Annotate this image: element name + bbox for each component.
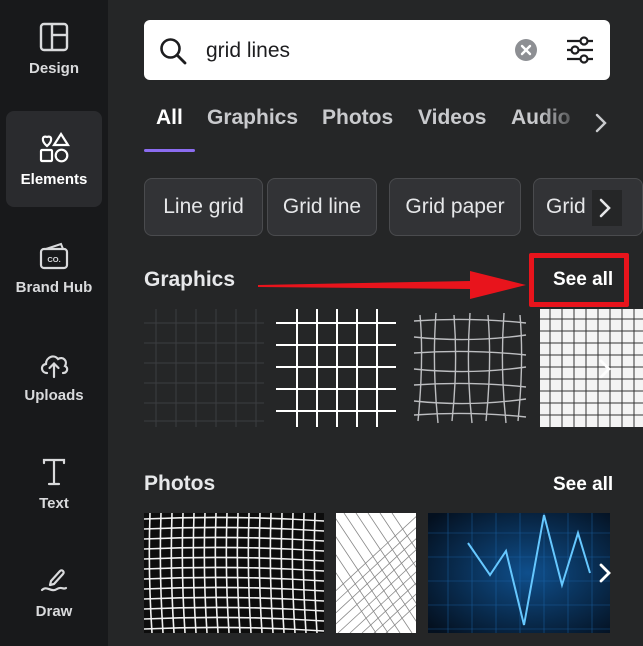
tab-photos[interactable]: Photos xyxy=(322,106,393,130)
rail-item-draw[interactable]: Draw xyxy=(6,543,102,639)
cloud-upload-icon xyxy=(40,354,69,378)
chevron-right-icon[interactable] xyxy=(594,112,608,134)
rail-item-brand-hub[interactable]: CO. Brand Hub xyxy=(6,219,102,315)
suggestion-chip[interactable]: Grid b xyxy=(533,178,643,236)
shapes-icon xyxy=(39,131,71,162)
graphic-thumbnail[interactable] xyxy=(144,309,264,427)
photo-thumbnail[interactable] xyxy=(144,513,324,633)
tab-all[interactable]: All xyxy=(156,106,183,130)
diagonal-grid-photo xyxy=(336,513,416,633)
clear-search-button[interactable] xyxy=(515,39,537,61)
white-grid-graphic xyxy=(276,309,396,427)
side-rail: Design Elements CO. Brand Hub Uploads Te xyxy=(0,0,108,646)
wavy-grid-graphic xyxy=(413,312,527,424)
annotation-arrow xyxy=(258,271,526,299)
chevron-right-icon xyxy=(599,198,611,218)
chips-next[interactable] xyxy=(592,190,622,226)
search-input[interactable] xyxy=(204,34,548,68)
section-title-graphics: Graphics xyxy=(144,268,236,291)
draw-icon xyxy=(40,568,68,591)
rail-label-text: Text xyxy=(39,494,69,512)
photo-thumbnail[interactable] xyxy=(336,513,416,633)
search-icon xyxy=(160,38,187,65)
brand-badge-text: CO. xyxy=(47,255,60,264)
blue-waveform-photo xyxy=(428,513,610,633)
see-all-photos-button[interactable]: See all xyxy=(553,474,613,496)
rail-item-uploads[interactable]: Uploads xyxy=(6,327,102,423)
rail-item-elements[interactable]: Elements xyxy=(6,111,102,207)
rail-item-design[interactable]: Design xyxy=(6,0,102,96)
graphic-thumbnail[interactable] xyxy=(410,309,530,427)
filter-sliders-icon[interactable] xyxy=(564,34,596,66)
tab-videos[interactable]: Videos xyxy=(418,106,486,130)
search-bar xyxy=(144,20,610,80)
close-icon xyxy=(520,44,532,56)
rail-label-uploads: Uploads xyxy=(24,386,84,404)
rail-item-text[interactable]: Text xyxy=(6,435,102,531)
graphic-thumbnail[interactable] xyxy=(276,309,396,427)
photo-thumbnail[interactable] xyxy=(428,513,610,633)
rail-label-elements: Elements xyxy=(20,170,88,188)
brand-hub-icon: CO. xyxy=(39,242,69,269)
rail-label-draw: Draw xyxy=(35,602,73,620)
text-icon xyxy=(42,458,66,485)
layout-icon xyxy=(39,22,69,51)
rail-label-design: Design xyxy=(28,59,79,77)
elements-panel: All Graphics Photos Videos Audio Line gr… xyxy=(108,0,643,646)
tabs-fade xyxy=(538,100,643,150)
suggestion-chip[interactable]: Grid paper xyxy=(389,178,521,236)
see-all-graphics-button[interactable]: See all xyxy=(553,269,613,291)
faint-grid-graphic xyxy=(144,309,264,427)
active-tab-indicator xyxy=(144,149,195,152)
rail-label-brand-hub: Brand Hub xyxy=(15,278,93,296)
chevron-right-icon[interactable] xyxy=(592,356,618,382)
section-title-photos: Photos xyxy=(144,472,216,495)
chevron-right-icon[interactable] xyxy=(592,560,618,586)
suggestion-chip[interactable]: Line grid xyxy=(144,178,263,236)
suggestion-chip[interactable]: Grid line xyxy=(267,178,377,236)
tab-graphics[interactable]: Graphics xyxy=(207,106,298,130)
black-white-mesh-photo xyxy=(144,513,324,633)
